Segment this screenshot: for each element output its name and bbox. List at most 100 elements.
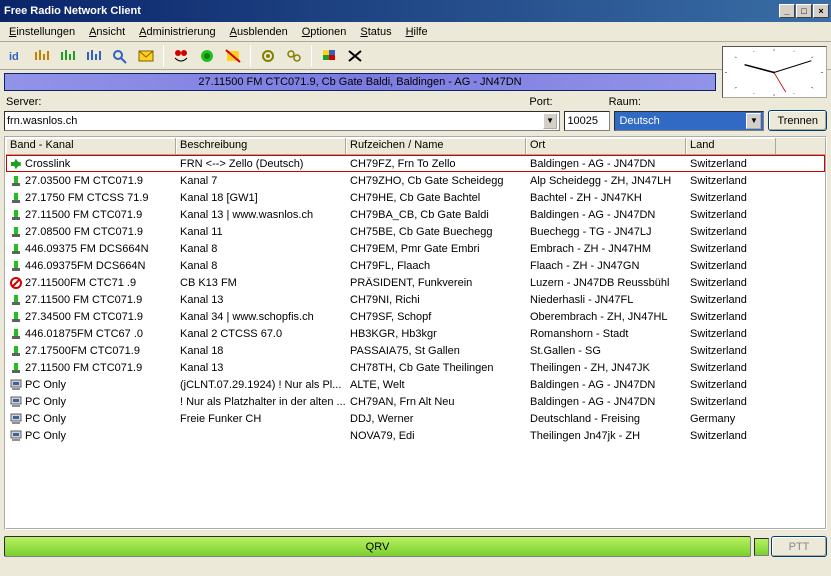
table-cell: Switzerland (686, 277, 776, 289)
menu-ausblenden[interactable]: Ausblenden (223, 24, 295, 40)
table-cell: PC Only (6, 413, 176, 425)
table-cell: DDJ, Werner (346, 413, 526, 425)
mail-button[interactable] (134, 44, 158, 68)
server-combo[interactable]: ▼ (4, 111, 560, 131)
search-button[interactable] (108, 44, 132, 68)
table-cell: Kanal 2 CTCSS 67.0 (176, 328, 346, 340)
table-cell: Oberembrach - ZH, JN47HL (526, 311, 686, 323)
chevron-down-icon[interactable]: ▼ (543, 113, 558, 129)
table-row[interactable]: 446.09375 FM DCS664NKanal 8CH79EM, Pmr G… (6, 240, 825, 257)
table-cell: Deutschland - Freising (526, 413, 686, 425)
gear2-button[interactable] (282, 44, 306, 68)
gear1-button[interactable] (256, 44, 280, 68)
link-icon (10, 158, 22, 170)
table-cell: CH79EM, Pmr Gate Embri (346, 243, 526, 255)
table-row[interactable]: 27.11500FM CTC71 .9CB K13 FMPRÄSIDENT, F… (6, 274, 825, 291)
gw-icon (10, 243, 22, 255)
clock-hour-hand (745, 65, 774, 73)
table-row[interactable]: 27.1750 FM CTCSS 71.9Kanal 18 [GW1]CH79H… (6, 189, 825, 206)
menu-einstellungen[interactable]: Einstellungen (2, 24, 82, 40)
table-cell: Crosslink (6, 158, 176, 170)
table-cell: Kanal 34 | www.schopfis.ch (176, 311, 346, 323)
table-row[interactable]: PC OnlyNOVA79, EdiTheilingen Jn47jk - ZH… (6, 427, 825, 444)
list-header: Band - Kanal Beschreibung Rufzeichen / N… (6, 138, 825, 155)
table-row[interactable]: PC Only! Nur als Platzhalter in der alte… (6, 393, 825, 410)
table-row[interactable]: PC Only(jCLNT.07.29.1924) ! Nur als Pl..… (6, 376, 825, 393)
table-cell: NOVA79, Edi (346, 430, 526, 442)
toolbar: id (0, 42, 831, 70)
gw-icon (10, 192, 22, 204)
gw-icon (10, 311, 22, 323)
menu-status[interactable]: Status (353, 24, 398, 40)
table-cell: CH79FL, Flaach (346, 260, 526, 272)
table-cell: Switzerland (686, 243, 776, 255)
table-cell: 27.11500FM CTC71 .9 (6, 277, 176, 289)
table-cell: Buechegg - TG - JN47LJ (526, 226, 686, 238)
table-cell: Switzerland (686, 379, 776, 391)
table-cell: ALTE, Welt (346, 379, 526, 391)
network-button[interactable] (195, 44, 219, 68)
minimize-button[interactable]: _ (779, 4, 795, 18)
clock (722, 46, 827, 98)
table-cell: Kanal 13 (176, 294, 346, 306)
table-cell: ! Nur als Platzhalter in der alten ... (176, 396, 346, 408)
table-cell: Switzerland (686, 260, 776, 272)
table-cell: PRÄSIDENT, Funkverein (346, 277, 526, 289)
maximize-button[interactable]: □ (796, 4, 812, 18)
channel-banner: 27.11500 FM CTC071.9, Cb Gate Baldi, Bal… (4, 73, 716, 91)
table-cell: CH79NI, Richi (346, 294, 526, 306)
table-row[interactable]: 446.01875FM CTC67 .0Kanal 2 CTCSS 67.0HB… (6, 325, 825, 342)
table-row[interactable]: PC OnlyFreie Funker CHDDJ, WernerDeutsch… (6, 410, 825, 427)
table-row[interactable]: 27.03500 FM CTC071.9Kanal 7CH79ZHO, Cb G… (6, 172, 825, 189)
table-cell: Switzerland (686, 226, 776, 238)
disconnect-button[interactable]: Trennen (768, 110, 827, 131)
tool-eq3[interactable] (82, 44, 106, 68)
tool-eq2[interactable] (56, 44, 80, 68)
table-row[interactable]: 27.17500FM CTC071.9Kanal 18PASSAIA75, St… (6, 342, 825, 359)
table-row[interactable]: 27.11500 FM CTC071.9Kanal 13 | www.wasnl… (6, 206, 825, 223)
table-row[interactable]: 27.11500 FM CTC071.9Kanal 13CH79NI, Rich… (6, 291, 825, 308)
menu-ansicht[interactable]: Ansicht (82, 24, 132, 40)
room-label: Raum: (607, 96, 643, 108)
gw-icon (10, 226, 22, 238)
ptt-button[interactable]: PTT (771, 536, 827, 557)
table-cell: CH79ZHO, Cb Gate Scheidegg (346, 175, 526, 187)
col-ort[interactable]: Ort (526, 138, 686, 154)
table-row[interactable]: CrosslinkFRN <--> Zello (Deutsch)CH79FZ,… (6, 155, 825, 172)
flag-button[interactable] (317, 44, 341, 68)
col-band[interactable]: Band - Kanal (6, 138, 176, 154)
table-cell: 27.17500FM CTC071.9 (6, 345, 176, 357)
svg-text:id: id (9, 51, 19, 63)
menu-administrierung[interactable]: Administrierung (132, 24, 222, 40)
gw-icon (10, 328, 22, 340)
table-row[interactable]: 27.34500 FM CTC071.9Kanal 34 | www.schop… (6, 308, 825, 325)
gw-icon (10, 209, 22, 221)
table-cell: (jCLNT.07.29.1924) ! Nur als Pl... (176, 379, 346, 391)
port-input[interactable]: 10025 (564, 111, 610, 131)
mute-button[interactable] (221, 44, 245, 68)
table-row[interactable]: 27.11500 FM CTC071.9Kanal 13CH78TH, Cb G… (6, 359, 825, 376)
col-land[interactable]: Land (686, 138, 776, 154)
table-cell: Baldingen - AG - JN47DN (526, 209, 686, 221)
ptt-led (754, 538, 769, 556)
table-cell: Kanal 8 (176, 260, 346, 272)
menu-hilfe[interactable]: Hilfe (399, 24, 435, 40)
room-combo[interactable]: Deutsch ▼ (614, 111, 764, 131)
tool-eq1[interactable] (30, 44, 54, 68)
table-cell: CH79BA_CB, Cb Gate Baldi (346, 209, 526, 221)
close-button[interactable]: × (813, 4, 829, 18)
chevron-down-icon[interactable]: ▼ (746, 113, 761, 129)
table-row[interactable]: 27.08500 FM CTC071.9Kanal 11CH75BE, Cb G… (6, 223, 825, 240)
list-body[interactable]: CrosslinkFRN <--> Zello (Deutsch)CH79FZ,… (6, 155, 825, 529)
qrv-indicator[interactable]: QRV (4, 536, 751, 557)
table-row[interactable]: 446.09375FM DCS664NKanal 8CH79FL, Flaach… (6, 257, 825, 274)
delete-button[interactable] (343, 44, 367, 68)
table-cell: CH79HE, Cb Gate Bachtel (346, 192, 526, 204)
col-rufzeichen[interactable]: Rufzeichen / Name (346, 138, 526, 154)
record-button[interactable] (169, 44, 193, 68)
col-beschreibung[interactable]: Beschreibung (176, 138, 346, 154)
id-button[interactable]: id (4, 44, 28, 68)
server-input[interactable] (7, 115, 543, 127)
menu-optionen[interactable]: Optionen (295, 24, 354, 40)
table-cell: CH79FZ, Frn To Zello (346, 158, 526, 170)
